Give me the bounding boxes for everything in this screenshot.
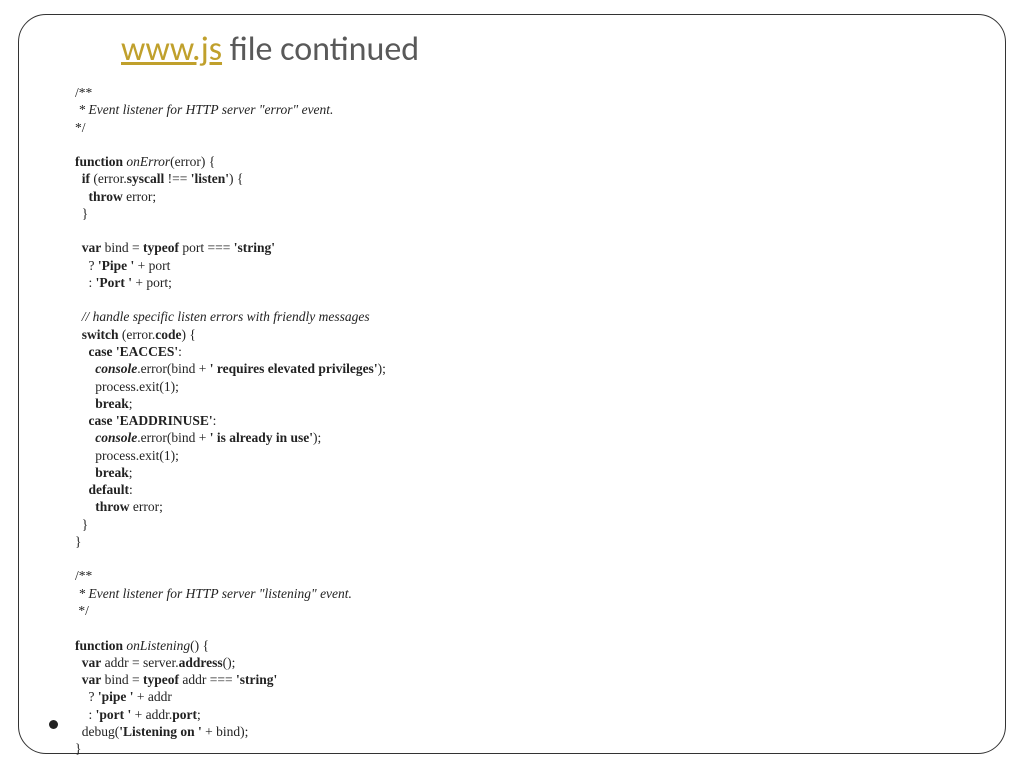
title-link[interactable]: www.js <box>121 29 222 70</box>
slide-frame: www.js file continued /** * Event listen… <box>18 14 1006 754</box>
title-rest: file continued <box>222 29 419 70</box>
code-block: /** * Event listener for HTTP server "er… <box>75 84 949 757</box>
bullet-icon <box>49 720 58 729</box>
slide: www.js file continued /** * Event listen… <box>0 0 1024 768</box>
slide-title: www.js file continued <box>121 29 949 70</box>
